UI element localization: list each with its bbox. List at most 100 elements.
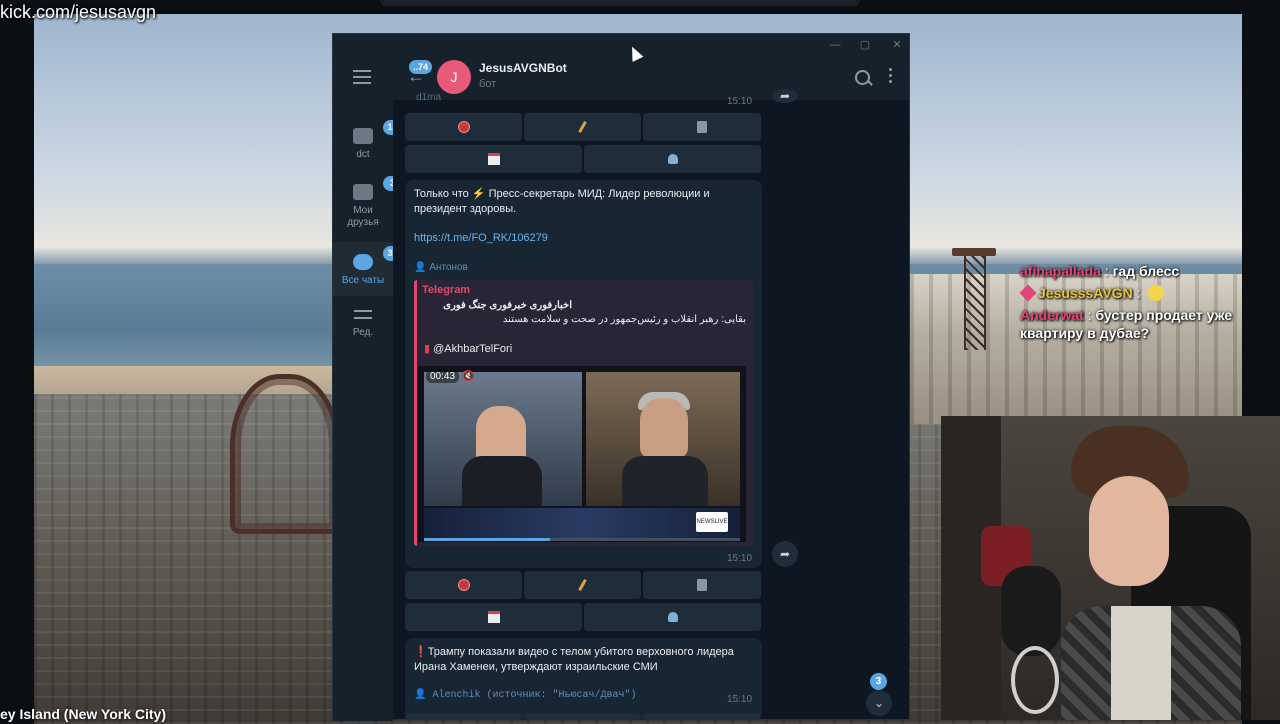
parachute-tower-top — [952, 248, 996, 256]
subscriber-badge-icon — [1019, 284, 1037, 302]
white-tee — [1111, 606, 1171, 720]
person-icon: 👤 — [414, 262, 430, 273]
minimize-button[interactable]: — — [827, 37, 843, 53]
streamer-webcam — [941, 416, 1280, 720]
inline-button-broom[interactable] — [524, 571, 641, 599]
message-time: 15:10 — [727, 694, 753, 705]
message-text: Только что ⚡ Пресс-секретарь МИД: Лидер … — [414, 188, 710, 215]
author-name: Антонов — [429, 262, 468, 273]
sliders-icon — [354, 308, 372, 322]
inline-button-calendar[interactable] — [405, 603, 582, 631]
broom-icon — [578, 579, 587, 591]
video-progress-fill — [424, 538, 551, 541]
iran-emblem-icon — [457, 579, 470, 591]
chat-username: Anderwat — [1020, 307, 1084, 323]
folder-icon: 30 — [353, 176, 407, 200]
chat-text: гад блесс — [1112, 263, 1180, 279]
folder-my-friends[interactable]: 30 Мои друзья — [333, 176, 407, 238]
message-author: d1ma — [416, 92, 442, 103]
preview-headline: بقایی: رهبر انقلاب و رئیس‌جمهور در صحت و… — [502, 314, 746, 325]
inline-button-calendar[interactable] — [405, 145, 582, 173]
folder-label: Все чаты — [341, 275, 385, 286]
folder-icon: 189 — [353, 120, 407, 144]
message-author: 👤 Антонов — [414, 262, 468, 273]
streamer-face — [1089, 476, 1169, 586]
share-button[interactable]: ➦ — [772, 89, 798, 103]
close-button[interactable]: ✕ — [889, 37, 905, 53]
inline-button-trash[interactable] — [643, 571, 761, 599]
inline-button-emblem[interactable] — [405, 113, 522, 141]
inline-button-trash[interactable] — [643, 113, 761, 141]
microphone — [1001, 566, 1061, 656]
video-player[interactable]: NEWSLIVE 00:43 🔇 — [418, 366, 746, 542]
stream-url: kick.com/jesusavgn — [0, 2, 157, 22]
message-author: 👤 Alenchik (источник: "Ньюсач/Двач") — [414, 690, 637, 701]
chat-message: Anderwat : бустер продает уже квартиру в… — [1020, 307, 1233, 341]
message-time: 15:10 — [727, 553, 753, 564]
inline-button-emblem[interactable] — [405, 571, 522, 599]
emote-icon — [1148, 285, 1165, 301]
video-progress-bar[interactable] — [424, 538, 740, 541]
chat-status: бот — [479, 78, 497, 90]
anchor-suit — [462, 456, 542, 506]
preview-handle: ▮ @AkhbarTelFori — [424, 343, 513, 355]
chat-title[interactable]: JesusAVGNBot — [479, 61, 567, 75]
mic-arm — [1011, 646, 1059, 714]
news-ticker — [424, 508, 740, 538]
chats-icon: 338 — [353, 246, 407, 270]
scroll-down-badge: 3 — [870, 673, 887, 690]
guest-suit — [622, 456, 708, 506]
person-icon — [667, 612, 678, 622]
trash-icon — [697, 579, 707, 591]
scroll-down-button[interactable]: ⌄ — [866, 690, 892, 716]
inline-button-broom[interactable] — [524, 113, 641, 141]
stream-chat-overlay: afinapallada : гад блесс JesusssAVGN : A… — [1019, 262, 1280, 346]
video-duration: 00:43 — [426, 370, 460, 383]
calendar-icon — [487, 611, 500, 623]
search-icon[interactable] — [855, 70, 870, 85]
folder-label: dct — [356, 149, 370, 160]
message-time: 15:10 — [727, 96, 753, 107]
exclamation-icon: ❗ — [414, 646, 428, 658]
person-icon: 👤 — [414, 690, 433, 701]
roller-coaster — [230, 374, 340, 534]
inline-button-person[interactable] — [584, 145, 761, 173]
inline-button-partial[interactable] — [643, 713, 761, 720]
person-icon — [667, 154, 678, 164]
mute-icon[interactable]: 🔇 — [462, 371, 474, 382]
more-vertical-icon[interactable] — [889, 68, 893, 86]
stream-top-bar — [0, 0, 1280, 14]
folder-all-chats[interactable]: 338 Все чаты — [333, 242, 407, 296]
stream-top-pill — [380, 0, 860, 6]
preview-tags: اخبارفوری خبرفوری جنگ فوری — [443, 300, 572, 311]
folder-label: Мои друзья — [347, 205, 379, 228]
folder-dct[interactable]: 189 dct — [333, 120, 407, 168]
folder-edit[interactable]: Ред. — [333, 308, 393, 348]
inline-button-partial[interactable] — [405, 713, 522, 720]
window-titlebar: — ▢ ✕ — [333, 34, 909, 56]
iran-emblem-icon — [457, 121, 470, 133]
inline-button-partial[interactable] — [524, 713, 641, 720]
avatar[interactable]: J — [437, 60, 471, 94]
chat-message: JesusssAVGN : — [1019, 284, 1280, 302]
trash-icon — [697, 121, 707, 133]
chat-header: ← ..74 J JesusAVGNBot бот — [393, 56, 909, 100]
news-logo: NEWSLIVE — [696, 512, 728, 532]
inline-button-person[interactable] — [584, 603, 761, 631]
maximize-button[interactable]: ▢ — [857, 37, 873, 53]
broom-icon — [578, 121, 587, 133]
folder-label: Ред. — [352, 327, 374, 338]
chat-username: afinapallada — [1020, 263, 1101, 279]
share-button[interactable]: ➦ — [772, 541, 798, 567]
parachute-tower — [964, 250, 986, 350]
message-link[interactable]: https://t.me/FO_RK/106279 — [414, 232, 548, 244]
message-text: ❗Трампу показали видео с телом убитого в… — [414, 646, 734, 673]
guest-face — [640, 398, 688, 458]
calendar-icon — [487, 153, 500, 165]
folders-sidebar: 189 dct 30 Мои друзья 338 Все чаты Ред. — [333, 56, 407, 721]
menu-icon[interactable] — [353, 70, 371, 84]
chat-message: afinapallada : гад блесс — [1020, 263, 1180, 279]
preview-site-name: Telegram — [422, 284, 471, 296]
unread-count-badge: ..74 — [409, 60, 433, 74]
chat-username: JesusssAVGN — [1038, 285, 1133, 301]
